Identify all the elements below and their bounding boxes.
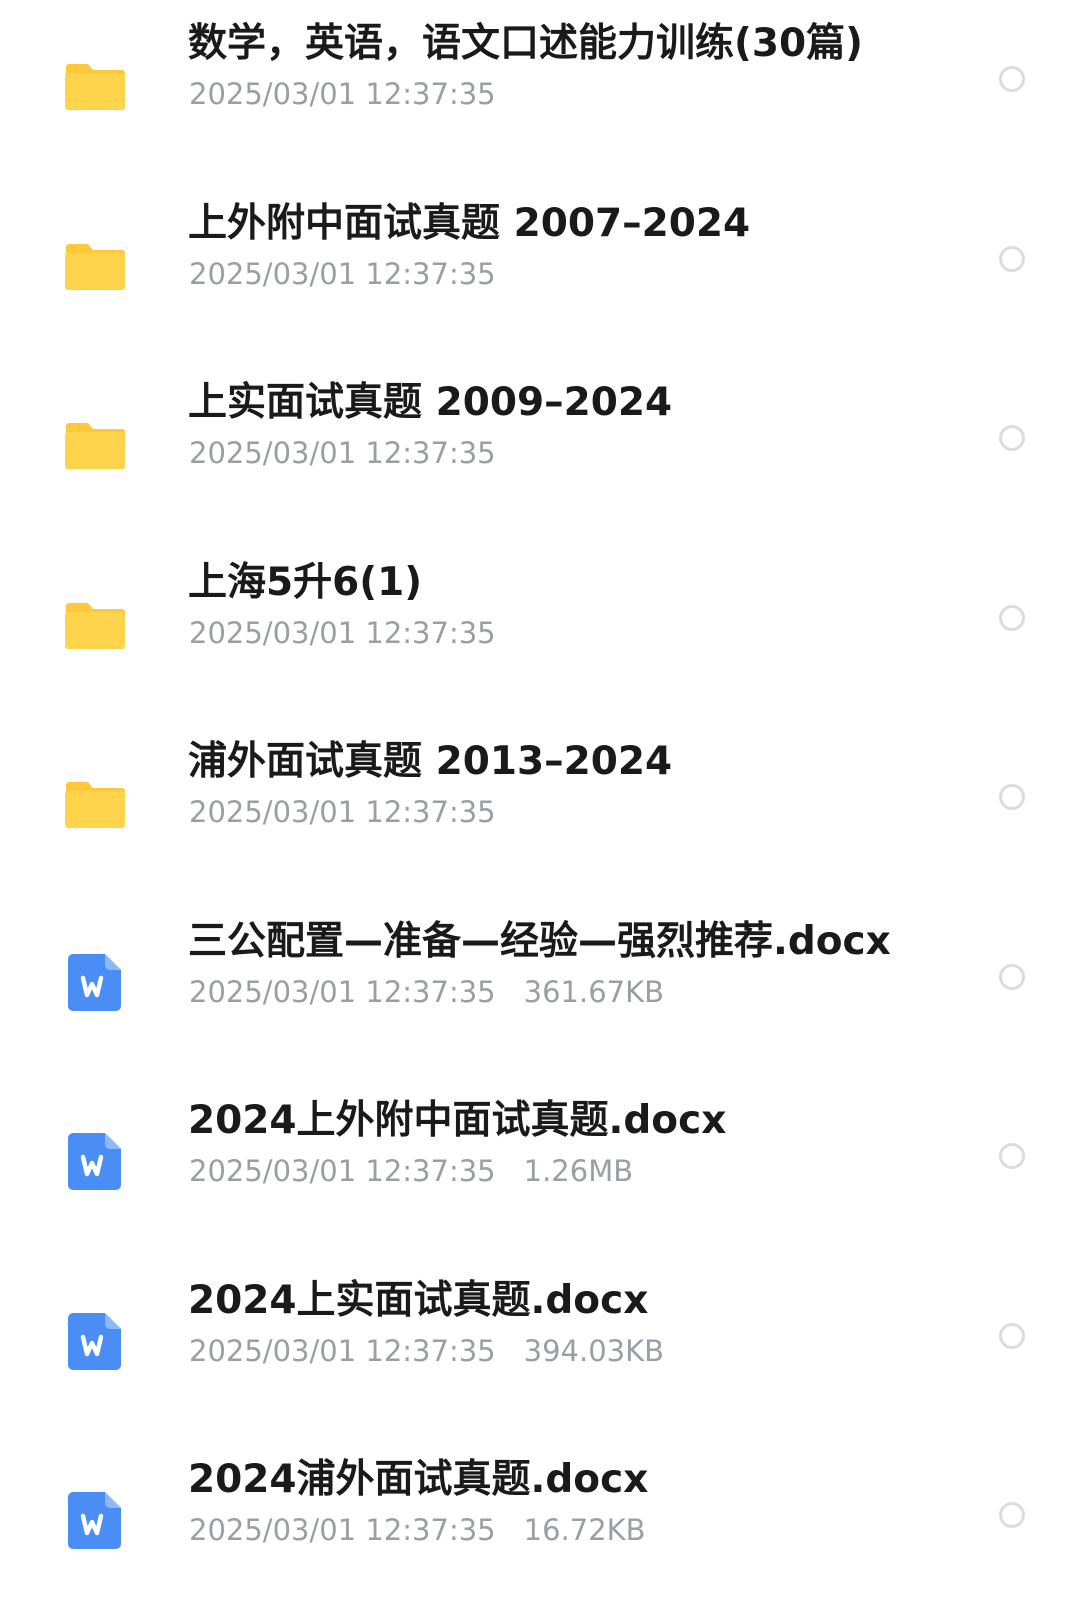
select-radio[interactable] [999, 784, 1025, 810]
folder-icon [64, 236, 126, 294]
file-meta: 2025/03/01 12:37:35 [189, 615, 524, 651]
file-name: 上实面试真题 2009–2024 [188, 380, 673, 425]
select-radio[interactable] [999, 1502, 1025, 1528]
file-row[interactable]: 2024上外附中面试真题.docx 2025/03/01 12:37:35 1.2… [0, 1097, 1080, 1247]
select-radio[interactable] [999, 605, 1025, 631]
file-list: 数学，英语，语文口述能力训练(30篇) 2025/03/01 12:37:35 … [0, 0, 1080, 1580]
file-size: 394.03KB [523, 1334, 665, 1368]
file-row[interactable]: 浦外面试真题 2013–2024 2025/03/01 12:37:35 [0, 738, 1080, 888]
file-meta: 2025/03/01 12:37:35 [189, 794, 524, 830]
file-date: 2025/03/01 12:37:35 [189, 257, 496, 291]
file-name: 上外附中面试真题 2007–2024 [188, 201, 751, 246]
file-name: 2024上外附中面试真题.docx [188, 1098, 727, 1143]
file-name: 数学，英语，语文口述能力训练(30篇) [188, 21, 863, 66]
file-row[interactable]: 2024上实面试真题.docx 2025/03/01 12:37:35 394.0… [0, 1277, 1080, 1427]
file-name: 上海5升6(1) [188, 560, 423, 605]
file-size: 16.72KB [523, 1513, 646, 1547]
word-doc-icon [64, 1492, 126, 1550]
select-radio[interactable] [999, 246, 1025, 272]
file-meta: 2025/03/01 12:37:35 394.03KB [189, 1333, 664, 1369]
folder-icon [64, 56, 126, 114]
word-doc-icon [64, 1133, 126, 1191]
file-size: 1.26MB [523, 1154, 634, 1188]
file-meta: 2025/03/01 12:37:35 1.26MB [189, 1153, 633, 1189]
select-radio[interactable] [999, 964, 1025, 990]
file-row[interactable]: 数学，英语，语文口述能力训练(30篇) 2025/03/01 12:37:35 [0, 20, 1080, 170]
file-name: 浦外面试真题 2013–2024 [188, 739, 673, 784]
file-date: 2025/03/01 12:37:35 [189, 1513, 496, 1547]
file-date: 2025/03/01 12:37:35 [189, 1154, 496, 1188]
file-row[interactable]: 上实面试真题 2009–2024 2025/03/01 12:37:35 [0, 379, 1080, 529]
select-radio[interactable] [999, 66, 1025, 92]
file-name: 2024上实面试真题.docx [188, 1278, 649, 1323]
word-doc-icon [64, 1313, 126, 1371]
file-name: 2024浦外面试真题.docx [188, 1457, 649, 1502]
file-date: 2025/03/01 12:37:35 [189, 77, 496, 111]
file-date: 2025/03/01 12:37:35 [189, 795, 496, 829]
folder-icon [64, 595, 126, 653]
folder-icon [64, 415, 126, 473]
file-date: 2025/03/01 12:37:35 [189, 975, 496, 1009]
file-size: 361.67KB [523, 975, 665, 1009]
file-row[interactable]: 上海5升6(1) 2025/03/01 12:37:35 [0, 559, 1080, 709]
file-meta: 2025/03/01 12:37:35 [189, 76, 524, 112]
file-date: 2025/03/01 12:37:35 [189, 616, 496, 650]
file-row[interactable]: 2024浦外面试真题.docx 2025/03/01 12:37:35 16.72… [0, 1456, 1080, 1606]
file-meta: 2025/03/01 12:37:35 [189, 435, 524, 471]
select-radio[interactable] [999, 1323, 1025, 1349]
file-row[interactable]: 三公配置—准备—经验—强烈推荐.docx 2025/03/01 12:37:35… [0, 918, 1080, 1068]
file-name: 三公配置—准备—经验—强烈推荐.docx [188, 919, 891, 964]
file-date: 2025/03/01 12:37:35 [189, 1334, 496, 1368]
file-row[interactable]: 上外附中面试真题 2007–2024 2025/03/01 12:37:35 [0, 200, 1080, 350]
folder-icon [64, 774, 126, 832]
file-meta: 2025/03/01 12:37:35 361.67KB [189, 974, 664, 1010]
file-date: 2025/03/01 12:37:35 [189, 436, 496, 470]
file-meta: 2025/03/01 12:37:35 [189, 256, 524, 292]
select-radio[interactable] [999, 425, 1025, 451]
file-meta: 2025/03/01 12:37:35 16.72KB [189, 1512, 646, 1548]
select-radio[interactable] [999, 1143, 1025, 1169]
word-doc-icon [64, 954, 126, 1012]
